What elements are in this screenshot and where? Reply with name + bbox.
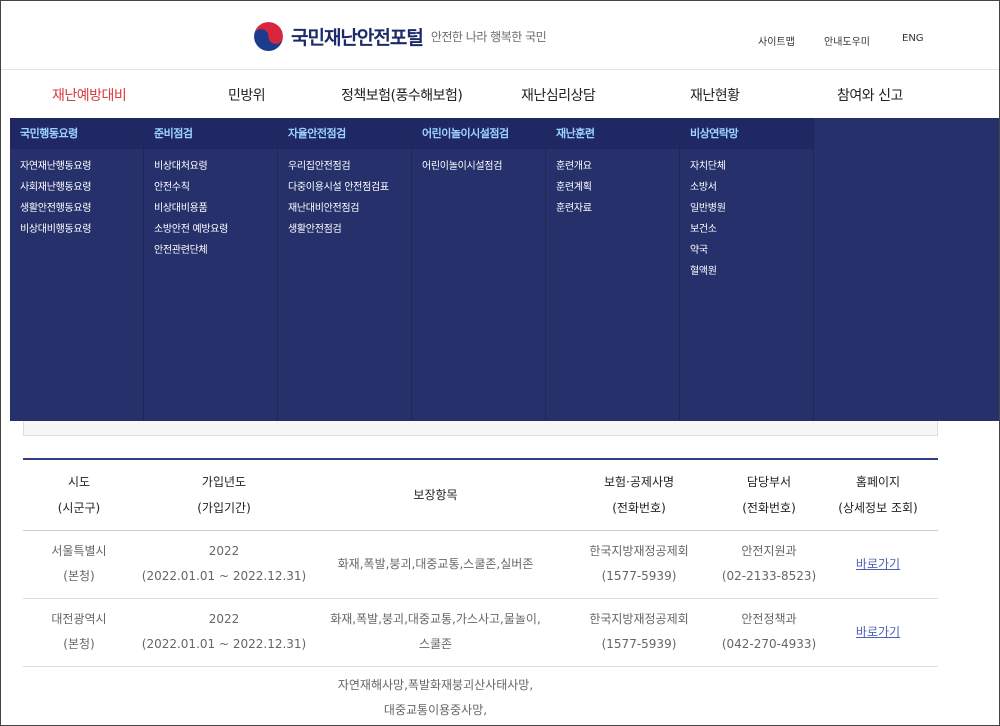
cell-region: 서울특별시 (본청) — [23, 530, 135, 599]
menu-item[interactable]: 보건소 — [690, 223, 813, 244]
cell-homepage — [818, 666, 938, 726]
menu-item[interactable]: 일반병원 — [690, 202, 813, 223]
cell-coverage: 자연재해사망,폭발화재붕괴산사태사망, 대중교통이용중사망, — [337, 677, 534, 717]
menu-item[interactable]: 비상대비용품 — [154, 202, 277, 223]
menu-item[interactable]: 훈련자료 — [556, 202, 679, 223]
nav-civil-defense[interactable]: 민방위 — [228, 85, 266, 105]
cell-year: 2022 (2022.01.01 ~ 2022.12.31) — [135, 530, 313, 599]
util-guide-link[interactable]: 안내도우미 — [824, 33, 870, 48]
menu-heading[interactable]: 재난훈련 — [546, 118, 679, 149]
nav-disaster-status[interactable]: 재난현황 — [690, 85, 740, 105]
menu-heading[interactable]: 국민행동요령 — [10, 118, 143, 149]
menu-item[interactable]: 어린이놀이시설점검 — [422, 160, 545, 181]
menu-item[interactable]: 자치단체 — [690, 160, 813, 181]
cell-year — [135, 666, 313, 726]
menu-col-training: 재난훈련 훈련개요 훈련계획 훈련자료 — [546, 118, 680, 421]
menu-item[interactable]: 비상대처요령 — [154, 160, 277, 181]
menu-item[interactable]: 훈련계획 — [556, 181, 679, 202]
site-slogan: 안전한 나라 행복한 국민 — [430, 30, 547, 44]
menu-item[interactable]: 사회재난행동요령 — [20, 181, 143, 202]
main-nav: 재난예방대비 민방위 정책보험(풍수해보험) 재난심리상담 재난현황 참여와 신… — [0, 70, 1000, 118]
table-header-row: 시도 (시군구) 가입년도 (가입기간) 보장항목 보험·공제사명 (전화번호) 담당… — [23, 459, 938, 531]
menu-item[interactable]: 혈액원 — [690, 265, 813, 286]
cell-insurer — [558, 666, 720, 726]
shortcut-link[interactable]: 바로가기 — [856, 625, 900, 639]
cell-coverage: 화재,폭발,붕괴,대중교통,가스사고,물놀이, 스쿨존 — [313, 598, 558, 667]
menu-item[interactable]: 생활안전점검 — [288, 223, 411, 244]
col-header-insurer: 보험·공제사명 (전화번호) — [558, 459, 720, 531]
menu-col-preparation: 준비점검 비상대처요령 안전수칙 비상대비용품 소방안전 예방요령 안전관련단체 — [144, 118, 278, 421]
taegeuk-logo-icon — [253, 21, 284, 52]
menu-item[interactable]: 자연재난행동요령 — [20, 160, 143, 181]
menu-col-behavior: 국민행동요령 자연재난행동요령 사회재난행동요령 생활안전행동요령 비상대비행동… — [10, 118, 144, 421]
menu-item[interactable]: 재난대비안전점검 — [288, 202, 411, 223]
menu-col-contacts: 비상연락망 자치단체 소방서 일반병원 보건소 약국 혈액원 — [680, 118, 814, 421]
mega-menu: 국민행동요령 자연재난행동요령 사회재난행동요령 생활안전행동요령 비상대비행동… — [10, 118, 1000, 421]
col-header-homepage: 홈페이지 (상세정보 조회) — [818, 459, 938, 531]
site-title: 국민재난안전포털 — [291, 27, 424, 49]
col-header-year: 가입년도 (가입기간) — [135, 459, 313, 531]
menu-heading[interactable]: 준비점검 — [144, 118, 277, 149]
util-sitemap-link[interactable]: 사이트맵 — [758, 33, 795, 48]
shortcut-link[interactable]: 바로가기 — [856, 557, 900, 571]
cell-dept: 안전지원과 (02-2133-8523) — [720, 530, 818, 599]
menu-item[interactable]: 우리집안전점검 — [288, 160, 411, 181]
cell-year: 2022 (2022.01.01 ~ 2022.12.31) — [135, 598, 313, 667]
cell-dept — [720, 666, 818, 726]
menu-item[interactable]: 약국 — [690, 244, 813, 265]
menu-item[interactable]: 안전수칙 — [154, 181, 277, 202]
nav-policy-insurance[interactable]: 정책보험(풍수해보험) — [341, 85, 463, 105]
site-header: 국민재난안전포털 안전한 나라 행복한 국민 사이트맵 안내도우미 ENG — [0, 0, 1000, 70]
menu-heading[interactable]: 비상연락망 — [680, 118, 813, 149]
menu-col-self-check: 자율안전점검 우리집안전점검 다중이용시설 안전점검표 재난대비안전점검 생활안… — [278, 118, 412, 421]
util-eng-link[interactable]: ENG — [902, 33, 924, 44]
table-row: 자연재해사망,폭발화재붕괴산사태사망, 대중교통이용중사망, — [23, 666, 938, 726]
menu-item[interactable]: 훈련개요 — [556, 160, 679, 181]
cell-insurer: 한국지방재정공제회 (1577-5939) — [558, 530, 720, 599]
table-row: 대전광역시 (본청) 2022 (2022.01.01 ~ 2022.12.31) … — [23, 598, 938, 667]
nav-prevention[interactable]: 재난예방대비 — [52, 85, 127, 105]
cell-region: 대전광역시 (본청) — [23, 598, 135, 667]
col-header-dept: 담당부서 (전화번호) — [720, 459, 818, 531]
col-header-region: 시도 (시군구) — [23, 459, 135, 531]
menu-item[interactable]: 생활안전행동요령 — [20, 202, 143, 223]
cell-region — [23, 666, 135, 726]
menu-heading[interactable]: 어린이놀이시설점검 — [412, 118, 545, 149]
site-logo[interactable]: 국민재난안전포털 안전한 나라 행복한 국민 — [252, 20, 547, 53]
menu-item[interactable]: 소방안전 예방요령 — [154, 223, 277, 244]
nav-participation[interactable]: 참여와 신고 — [837, 85, 903, 105]
cell-homepage: 바로가기 — [818, 530, 938, 599]
cell-dept: 안전정책과 (042-270-4933) — [720, 598, 818, 667]
menu-item[interactable]: 안전관련단체 — [154, 244, 277, 265]
menu-item[interactable]: 다중이용시설 안전점검표 — [288, 181, 411, 202]
cell-homepage: 바로가기 — [818, 598, 938, 667]
nav-counseling[interactable]: 재난심리상담 — [521, 85, 596, 105]
cell-insurer: 한국지방재정공제회 (1577-5939) — [558, 598, 720, 667]
menu-heading[interactable]: 자율안전점검 — [278, 118, 411, 149]
menu-col-playground: 어린이놀이시설점검 어린이놀이시설점검 — [412, 118, 546, 421]
table-row: 서울특별시 (본청) 2022 (2022.01.01 ~ 2022.12.31) … — [23, 530, 938, 599]
menu-item[interactable]: 소방서 — [690, 181, 813, 202]
menu-item[interactable]: 비상대비행동요령 — [20, 223, 143, 244]
col-header-coverage: 보장항목 — [313, 459, 558, 531]
cell-coverage: 화재,폭발,붕괴,대중교통,스쿨존,실버존 — [313, 530, 558, 599]
insurance-table: 시도 (시군구) 가입년도 (가입기간) 보장항목 보험·공제사명 (전화번호) 담당… — [23, 458, 938, 726]
